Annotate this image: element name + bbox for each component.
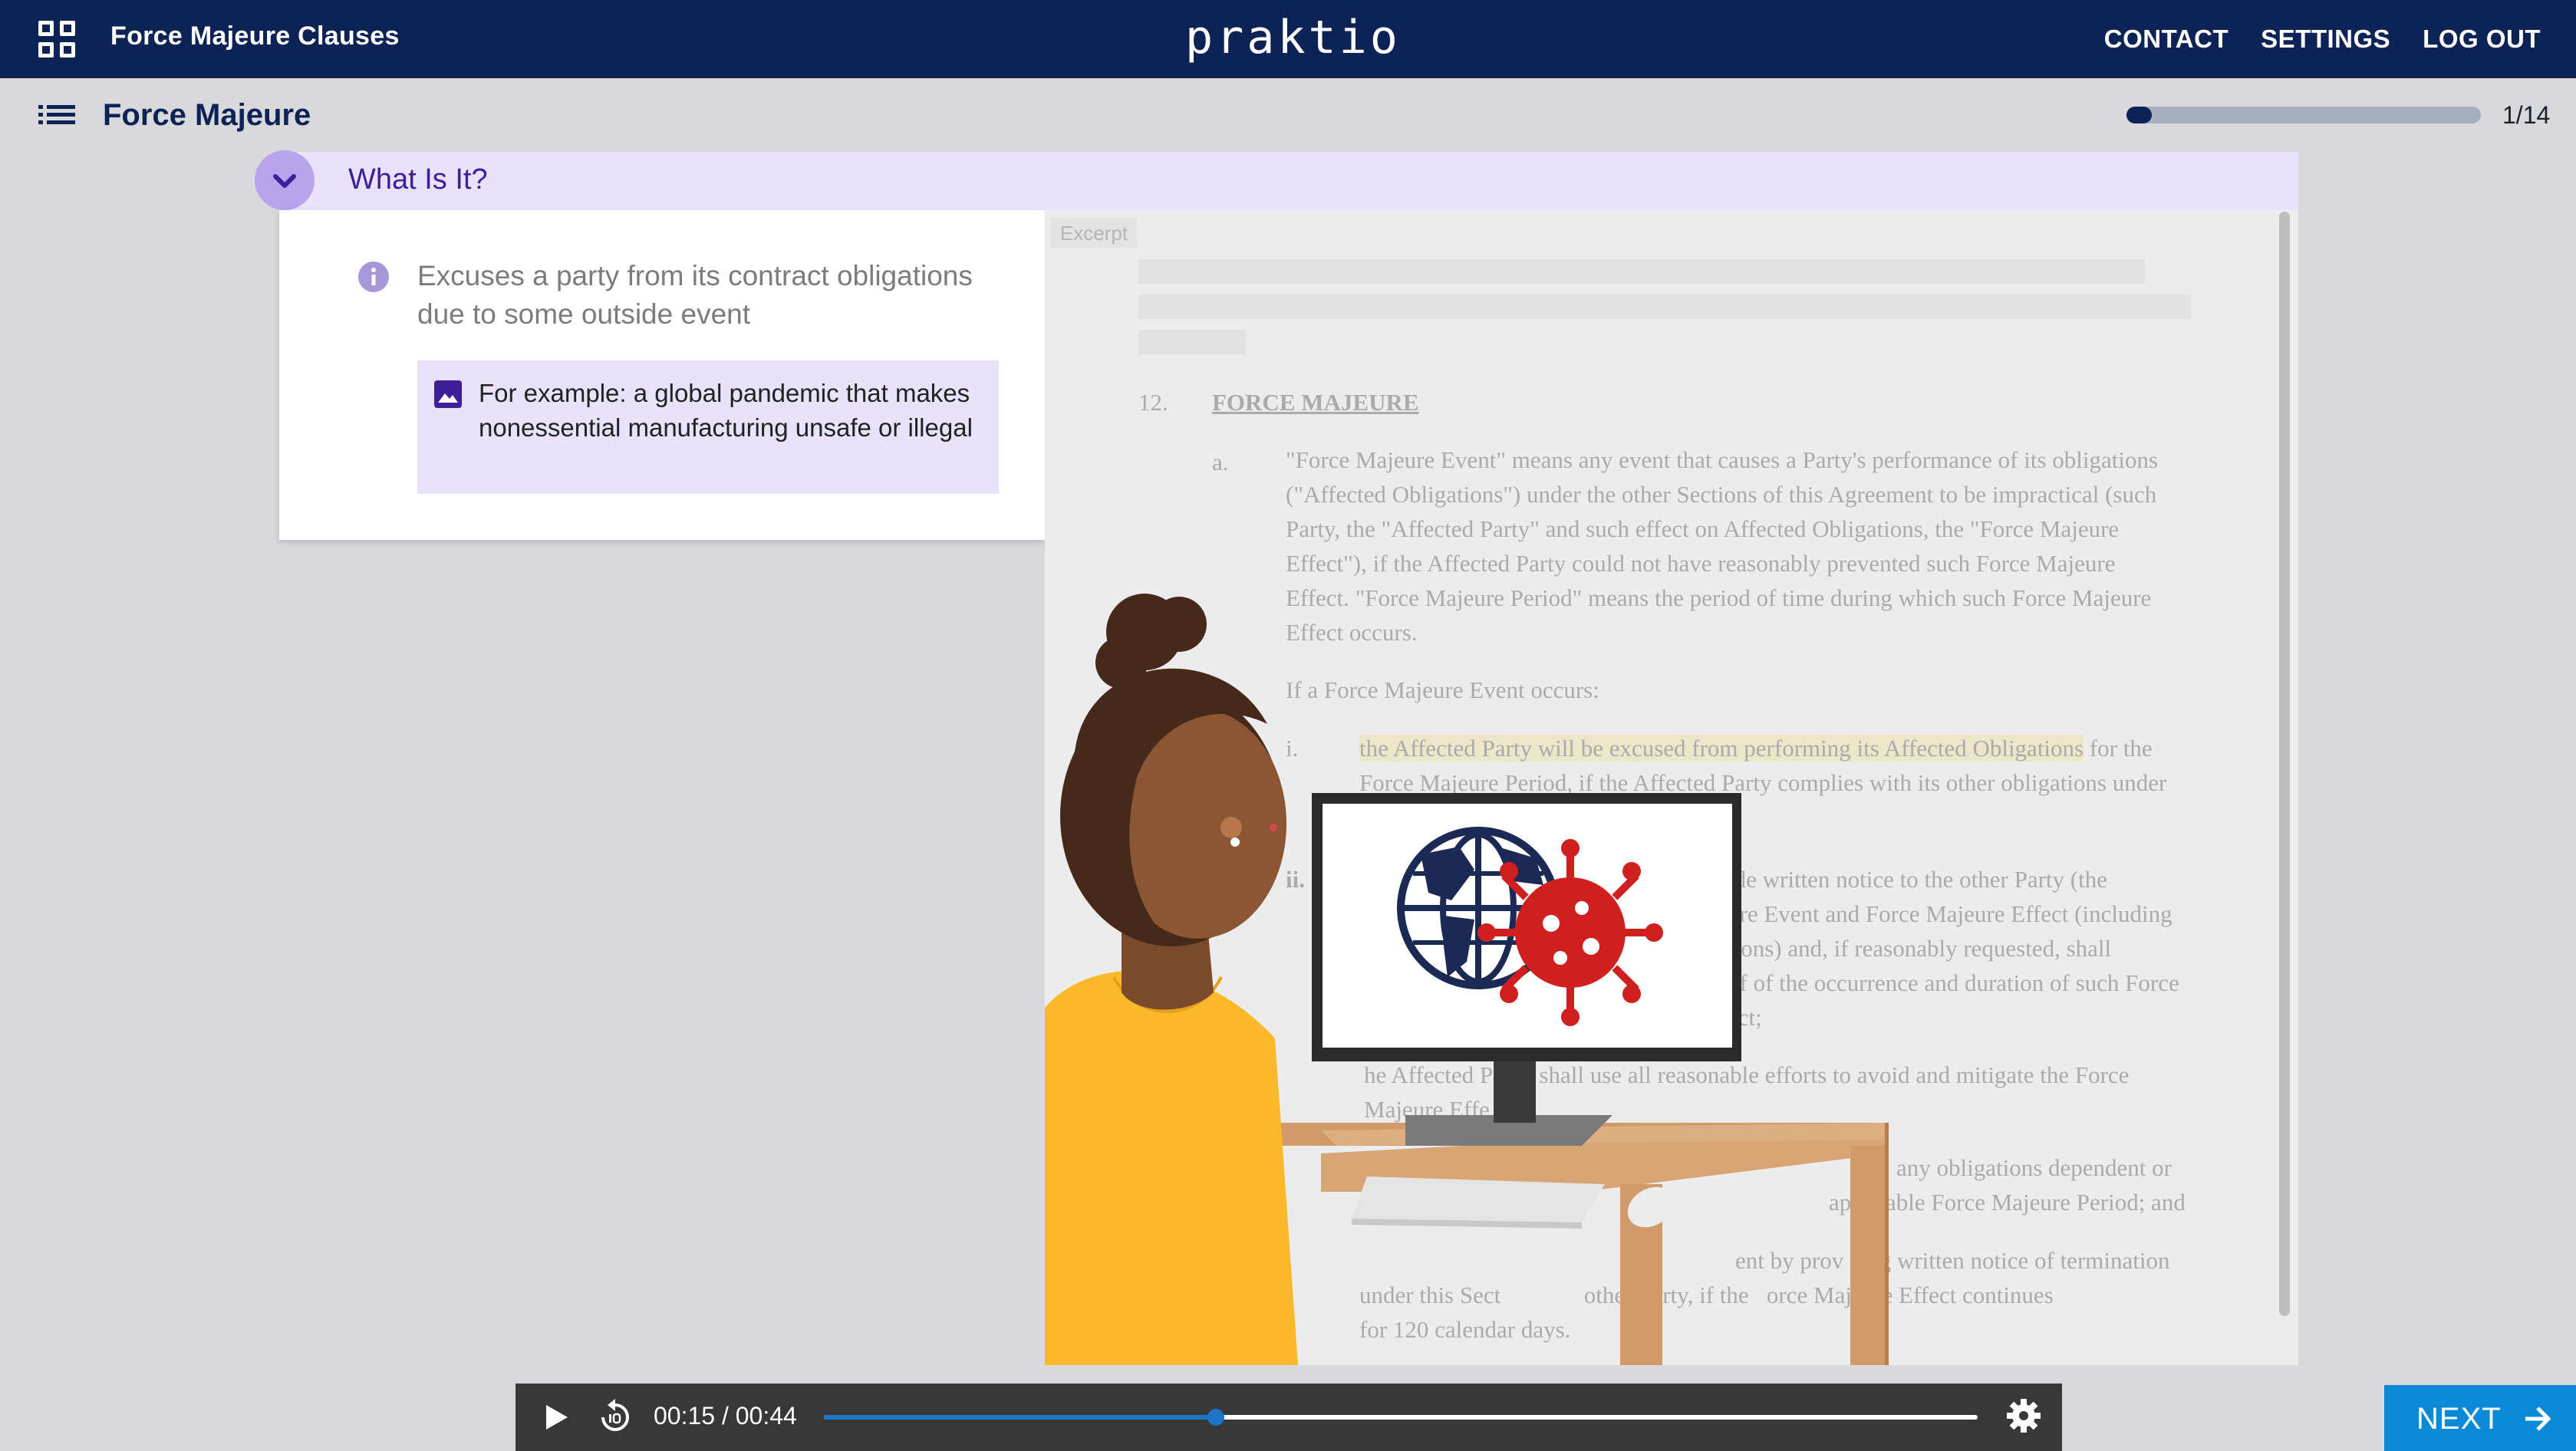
example-text: For example: a global pandemic that make… <box>479 379 973 442</box>
logout-link[interactable]: LOG OUT <box>2423 25 2541 54</box>
woman-at-computer-illustration <box>1045 594 1889 1365</box>
grid-icon[interactable] <box>38 21 75 58</box>
course-title: Force Majeure Clauses <box>110 21 400 51</box>
chevron-down-icon <box>273 174 296 188</box>
module-title: Force Majeure <box>103 98 311 132</box>
video-seek-bar[interactable] <box>824 1409 1978 1426</box>
next-button[interactable]: NEXT <box>2384 1385 2576 1451</box>
video-time: 00:15 / 00:44 <box>654 1402 797 1430</box>
image-icon <box>434 380 462 408</box>
list-icon[interactable] <box>38 103 75 130</box>
doc-item-i-rest: for the <box>2084 735 2153 762</box>
doc-placeholder-line <box>1138 294 2191 319</box>
contact-link[interactable]: CONTACT <box>2104 25 2228 54</box>
doc-item-a-line: "Force Majeure Event" means any event th… <box>1286 446 2159 473</box>
replay-10-icon[interactable] <box>595 1397 635 1437</box>
top-bar: Force Majeure Clauses praktio CONTACT SE… <box>0 0 2576 78</box>
collapse-section-button[interactable] <box>255 150 315 210</box>
doc-placeholder-line <box>1138 259 2145 284</box>
arrow-right-icon <box>2525 1407 2551 1431</box>
progress-count: 1/14 <box>2502 101 2551 129</box>
doc-item-a-line: ("Affected Obligations") under the other… <box>1286 481 2157 508</box>
excerpt-scrollbar[interactable] <box>2279 212 2290 1316</box>
top-nav: CONTACT SETTINGS LOG OUT <box>2104 25 2541 54</box>
doc-item-a-line: Party, the "Affected Party" and such eff… <box>1286 515 2120 542</box>
settings-link[interactable]: SETTINGS <box>2261 25 2390 54</box>
section-title: What Is It? <box>348 163 488 196</box>
doc-item-a-label: a. <box>1212 449 1229 475</box>
excerpt-tag: Excerpt <box>1051 218 1137 248</box>
definition-text: Excuses a party from its contract obliga… <box>417 260 973 330</box>
doc-section-number: 12. <box>1138 389 1168 416</box>
course-progress-fill <box>2126 107 2152 123</box>
play-icon[interactable] <box>543 1403 569 1431</box>
section-header <box>279 152 2298 210</box>
video-seek-fill <box>824 1415 1217 1420</box>
next-button-label: NEXT <box>2416 1402 2502 1436</box>
brand-logo: praktio <box>1185 11 1401 64</box>
doc-placeholder-line <box>1138 330 1246 354</box>
doc-item-iv-line: any obligations dependent or <box>1896 1154 2172 1181</box>
info-icon <box>358 262 389 292</box>
gear-icon[interactable] <box>2005 1397 2042 1434</box>
course-progress-bar <box>2126 107 2481 123</box>
doc-section-heading: FORCE MAJEURE <box>1212 389 1419 416</box>
doc-item-a-line: Effect"), if the Affected Party could no… <box>1286 550 2116 577</box>
